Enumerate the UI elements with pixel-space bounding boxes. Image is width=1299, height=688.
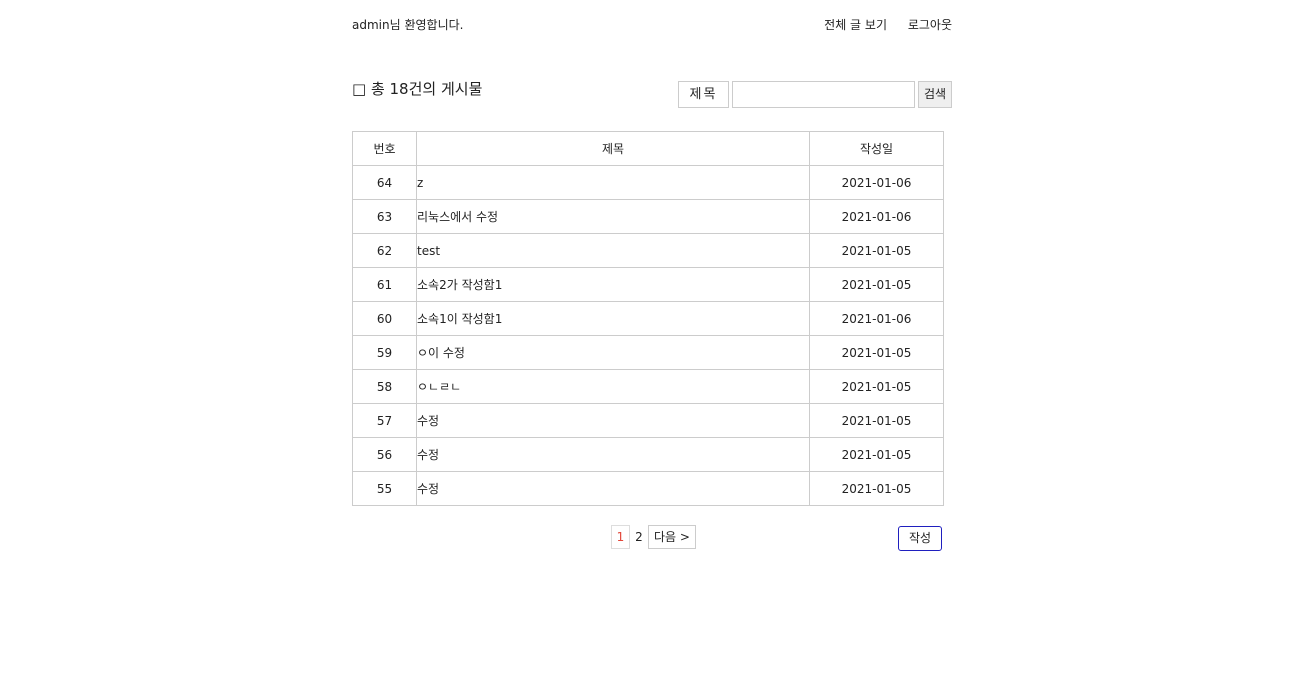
table-row: 55 수정 2021-01-05 (352, 471, 944, 506)
column-header-title: 제목 (416, 131, 810, 166)
column-header-number: 번호 (352, 131, 417, 166)
page-link-2[interactable]: 2 (630, 526, 648, 548)
view-all-posts-link[interactable]: 전체 글 보기 (824, 18, 887, 32)
post-number: 63 (352, 199, 417, 234)
write-post-button[interactable]: 작성 (898, 526, 942, 551)
post-title-link[interactable]: ㅇ이 수정 (416, 335, 810, 370)
post-title-link[interactable]: 리눅스에서 수정 (416, 199, 810, 234)
column-header-date: 작성일 (809, 131, 944, 166)
post-number: 62 (352, 233, 417, 268)
pagination: 1 2 다음 > (611, 525, 696, 549)
table-row: 57 수정 2021-01-05 (352, 403, 944, 438)
page-current[interactable]: 1 (611, 525, 630, 549)
post-date: 2021-01-05 (809, 335, 944, 370)
search-input[interactable] (732, 81, 915, 108)
next-page-button[interactable]: 다음 > (648, 525, 696, 549)
table-row: 56 수정 2021-01-05 (352, 437, 944, 472)
post-date: 2021-01-05 (809, 267, 944, 302)
search-button[interactable]: 검색 (918, 81, 952, 108)
post-number: 59 (352, 335, 417, 370)
post-title-link[interactable]: 수정 (416, 403, 810, 438)
post-date: 2021-01-06 (809, 165, 944, 200)
post-date: 2021-01-06 (809, 199, 944, 234)
top-bar: admin님 환영합니다. 전체 글 보기 로그아웃 (352, 14, 952, 36)
post-count-heading: □ 총 18건의 게시물 (352, 80, 483, 98)
search-bar: 제목 검색 (678, 81, 952, 108)
logout-link[interactable]: 로그아웃 (908, 18, 952, 32)
post-number: 60 (352, 301, 417, 336)
welcome-message: admin님 환영합니다. (352, 18, 464, 32)
post-title-link[interactable]: z (416, 165, 810, 200)
post-title-link[interactable]: 소속1이 작성함1 (416, 301, 810, 336)
post-title-link[interactable]: ㅇㄴㄹㄴ (416, 369, 810, 404)
post-date: 2021-01-06 (809, 301, 944, 336)
table-row: 63 리눅스에서 수정 2021-01-06 (352, 199, 944, 234)
post-title-link[interactable]: 수정 (416, 471, 810, 506)
post-number: 55 (352, 471, 417, 506)
post-number: 57 (352, 403, 417, 438)
post-title-link[interactable]: 소속2가 작성함1 (416, 267, 810, 302)
table-row: 58 ㅇㄴㄹㄴ 2021-01-05 (352, 369, 944, 404)
top-nav: 전체 글 보기 로그아웃 (807, 14, 952, 36)
search-field-select[interactable]: 제목 (678, 81, 729, 108)
table-row: 61 소속2가 작성함1 2021-01-05 (352, 267, 944, 302)
post-table: 번호 제목 작성일 64 z 2021-01-06 63 리눅스에서 수정 20… (352, 131, 944, 506)
post-number: 56 (352, 437, 417, 472)
table-row: 62 test 2021-01-05 (352, 233, 944, 268)
table-row: 64 z 2021-01-06 (352, 165, 944, 200)
post-date: 2021-01-05 (809, 233, 944, 268)
table-row: 59 ㅇ이 수정 2021-01-05 (352, 335, 944, 370)
table-row: 60 소속1이 작성함1 2021-01-06 (352, 301, 944, 336)
board-page: admin님 환영합니다. 전체 글 보기 로그아웃 □ 총 18건의 게시물 … (352, 0, 952, 688)
post-number: 64 (352, 165, 417, 200)
post-date: 2021-01-05 (809, 437, 944, 472)
post-title-link[interactable]: 수정 (416, 437, 810, 472)
post-date: 2021-01-05 (809, 471, 944, 506)
post-number: 58 (352, 369, 417, 404)
table-header-row: 번호 제목 작성일 (352, 131, 944, 166)
post-date: 2021-01-05 (809, 369, 944, 404)
post-number: 61 (352, 267, 417, 302)
post-title-link[interactable]: test (416, 233, 810, 268)
post-date: 2021-01-05 (809, 403, 944, 438)
